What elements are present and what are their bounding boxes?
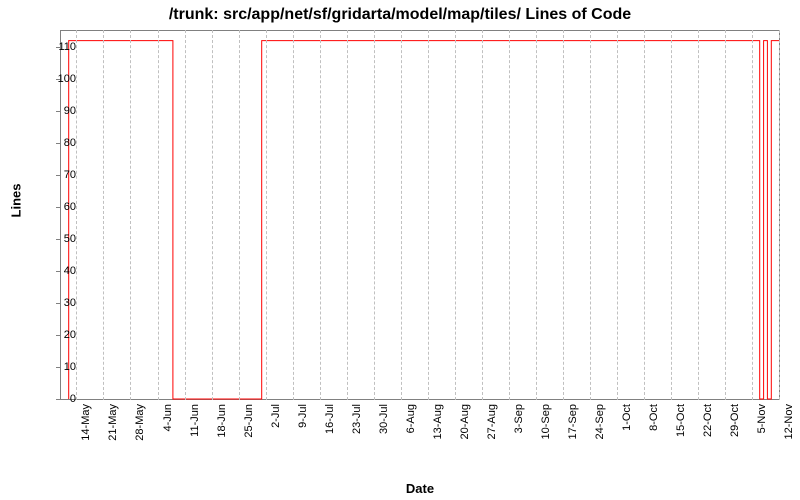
loc-chart: /trunk: src/app/net/sf/gridarta/model/ma… [0, 0, 800, 500]
x-tick-label: 27-Aug [486, 404, 498, 439]
x-tick-label: 15-Oct [675, 404, 687, 437]
x-gridline [725, 30, 726, 400]
x-tick-label: 22-Oct [702, 404, 714, 437]
x-gridline [590, 30, 591, 400]
x-gridline [563, 30, 564, 400]
y-tick-mark [56, 367, 60, 368]
x-axis-label: Date [60, 481, 780, 496]
x-tick-label: 13-Aug [432, 404, 444, 439]
x-gridline [374, 30, 375, 400]
y-tick-label: 70 [46, 169, 76, 181]
x-gridline [347, 30, 348, 400]
x-tick-label: 30-Jul [378, 404, 390, 434]
y-tick-mark [56, 335, 60, 336]
x-tick-label: 20-Aug [459, 404, 471, 439]
x-tick-label: 8-Oct [648, 404, 660, 431]
x-tick-label: 11-Jun [189, 404, 201, 437]
y-axis-label: Lines [6, 0, 26, 400]
x-tick-label: 9-Jul [297, 404, 309, 428]
y-tick-mark [56, 303, 60, 304]
y-tick-mark [56, 47, 60, 48]
y-tick-label: 10 [46, 361, 76, 373]
x-gridline [752, 30, 753, 400]
x-gridline [536, 30, 537, 400]
x-tick-label: 21-May [107, 404, 119, 441]
x-tick-label: 23-Jul [351, 404, 363, 434]
y-tick-label: 20 [46, 329, 76, 341]
x-gridline [293, 30, 294, 400]
x-gridline [103, 30, 104, 400]
y-tick-label: 60 [46, 201, 76, 213]
y-tick-label: 40 [46, 265, 76, 277]
x-tick-label: 2-Jul [270, 404, 282, 428]
x-tick-label: 5-Nov [756, 404, 768, 433]
y-tick-mark [56, 207, 60, 208]
x-gridline [428, 30, 429, 400]
x-tick-label: 28-May [134, 404, 146, 441]
y-tick-mark [56, 399, 60, 400]
x-tick-label: 4-Jun [162, 404, 174, 432]
x-tick-label: 25-Jun [243, 404, 255, 438]
x-gridline [212, 30, 213, 400]
x-gridline [130, 30, 131, 400]
y-tick-label: 50 [46, 233, 76, 245]
x-gridline [266, 30, 267, 400]
x-gridline [509, 30, 510, 400]
x-tick-label: 1-Oct [621, 404, 633, 431]
y-tick-mark [56, 239, 60, 240]
x-gridline [698, 30, 699, 400]
x-tick-label: 29-Oct [729, 404, 741, 437]
x-gridline [671, 30, 672, 400]
chart-title: /trunk: src/app/net/sf/gridarta/model/ma… [0, 6, 800, 24]
y-tick-label: 110 [46, 41, 76, 53]
x-tick-label: 24-Sep [594, 404, 606, 439]
y-tick-label: 30 [46, 297, 76, 309]
x-tick-label: 17-Sep [567, 404, 579, 439]
x-gridline [455, 30, 456, 400]
x-gridline [401, 30, 402, 400]
plot-area [60, 30, 780, 400]
x-tick-label: 10-Sep [540, 404, 552, 439]
x-gridline [76, 30, 77, 400]
y-tick-label: 0 [46, 393, 76, 405]
x-tick-label: 6-Aug [405, 404, 417, 433]
x-gridline [779, 30, 780, 400]
y-tick-label: 80 [46, 137, 76, 149]
y-tick-mark [56, 143, 60, 144]
x-gridline [185, 30, 186, 400]
y-tick-mark [56, 79, 60, 80]
x-tick-label: 3-Sep [513, 404, 525, 433]
x-tick-label: 16-Jul [324, 404, 336, 434]
y-tick-mark [56, 111, 60, 112]
x-gridline [239, 30, 240, 400]
x-gridline [482, 30, 483, 400]
x-gridline [617, 30, 618, 400]
y-tick-mark [56, 271, 60, 272]
x-gridline [644, 30, 645, 400]
x-tick-label: 12-Nov [783, 404, 795, 439]
x-gridline [158, 30, 159, 400]
x-tick-label: 14-May [80, 404, 92, 441]
y-tick-label: 90 [46, 105, 76, 117]
x-gridline [320, 30, 321, 400]
x-tick-label: 18-Jun [216, 404, 228, 438]
y-tick-mark [56, 175, 60, 176]
y-tick-label: 100 [46, 73, 76, 85]
